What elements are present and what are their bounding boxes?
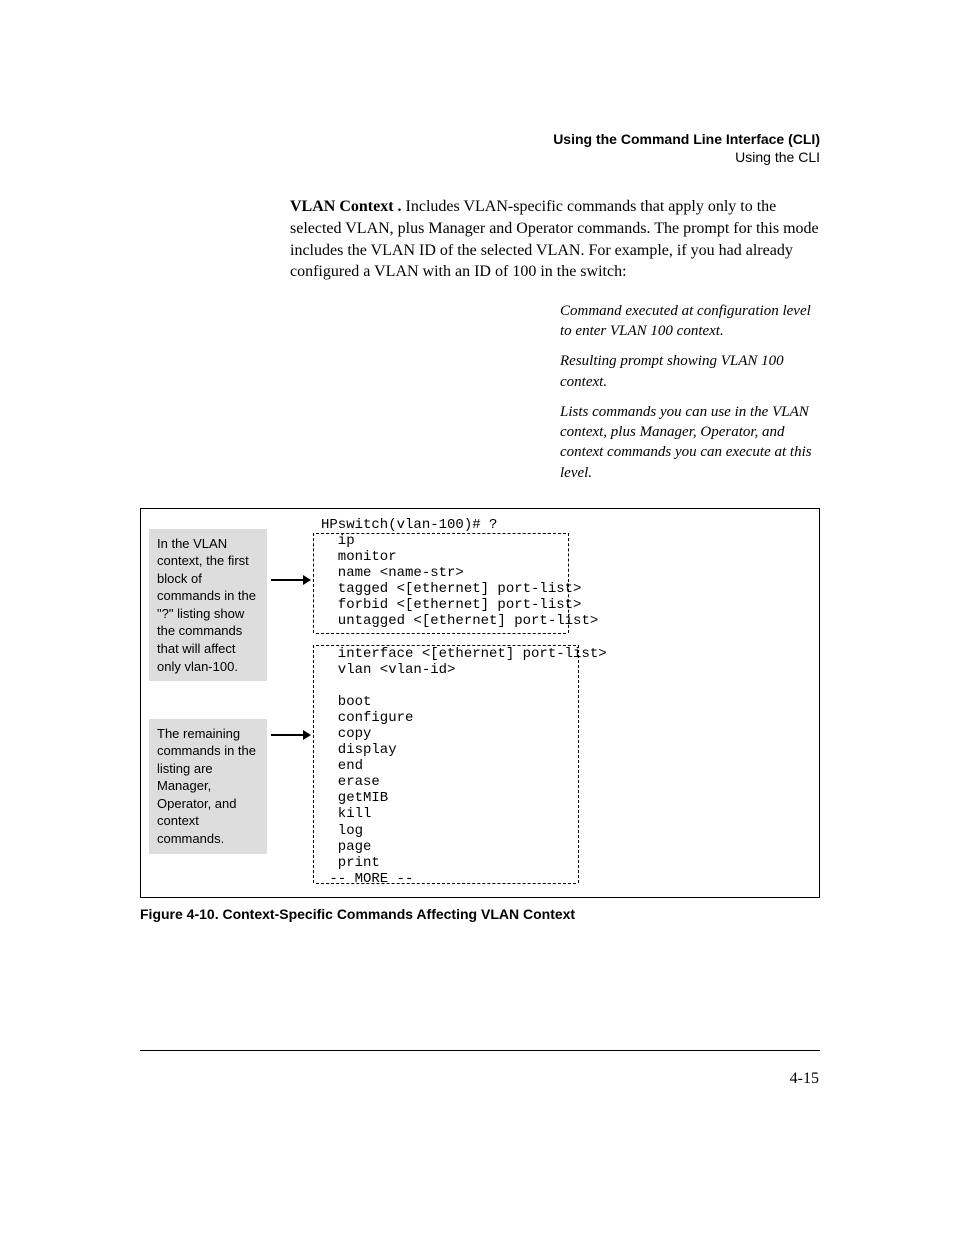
terminal-output: HPswitch(vlan-100)# ? ip monitor name <n… <box>321 517 607 887</box>
footer-rule <box>140 1050 820 1051</box>
running-header: Using the Command Line Interface (CLI) U… <box>140 130 820 166</box>
paragraph-lead: VLAN Context . <box>290 198 402 215</box>
page-content: Using the Command Line Interface (CLI) U… <box>140 130 820 922</box>
dashed-group-right <box>568 533 569 633</box>
dashed-group-top <box>316 533 566 534</box>
page-number: 4-15 <box>790 1070 819 1088</box>
margin-notes: Command executed at configuration level … <box>560 301 820 483</box>
header-section: Using the CLI <box>140 148 820 166</box>
dashed-group-left <box>313 645 314 883</box>
figure-annotation-1: In the VLAN context, the first block of … <box>149 529 267 681</box>
margin-note-2: Resulting prompt showing VLAN 100 contex… <box>560 351 820 392</box>
dashed-group-right <box>578 645 579 883</box>
margin-note-3: Lists commands you can use in the VLAN c… <box>560 402 820 483</box>
figure-caption: Figure 4-10. Context-Specific Commands A… <box>140 906 820 922</box>
header-chapter: Using the Command Line Interface (CLI) <box>140 130 820 148</box>
figure-annotation-2: The remaining commands in the listing ar… <box>149 719 267 854</box>
dashed-group-top <box>316 645 576 646</box>
dashed-group-left <box>313 533 314 633</box>
margin-note-1: Command executed at configuration level … <box>560 301 820 342</box>
body-paragraph: VLAN Context . Includes VLAN-specific co… <box>290 196 820 282</box>
dashed-group-bottom <box>316 633 566 634</box>
figure-box: In the VLAN context, the first block of … <box>140 508 820 898</box>
dashed-group-bottom <box>316 883 576 884</box>
